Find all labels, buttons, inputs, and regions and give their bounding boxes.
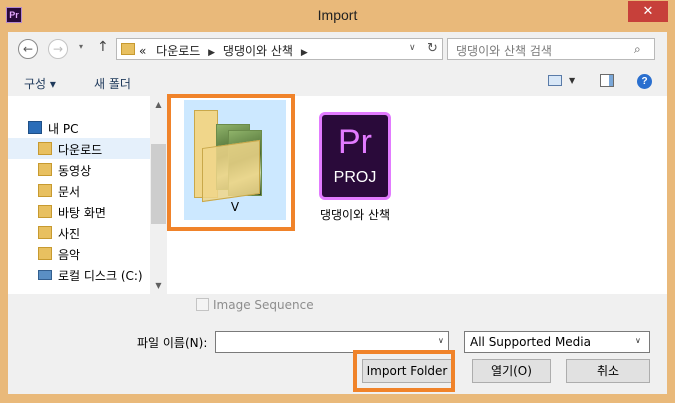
- file-name: V: [230, 200, 240, 214]
- image-sequence-checkbox[interactable]: Image Sequence: [196, 298, 314, 312]
- change-view-icon[interactable]: [548, 75, 562, 86]
- sidebar-item-label: 바탕 화면: [58, 206, 106, 220]
- sidebar-item-music[interactable]: 음악: [8, 243, 150, 264]
- address-bar[interactable]: « 다운로드 ▶ 댕댕이와 산책 ▶ ∨ ↻: [116, 38, 443, 60]
- back-button[interactable]: ←: [18, 39, 38, 59]
- breadcrumb-item-current[interactable]: 댕댕이와 산책: [223, 44, 293, 58]
- recent-locations-dropdown[interactable]: ▾: [79, 42, 83, 51]
- folder-with-photos-icon: [194, 110, 262, 203]
- title-bar[interactable]: Pr Import ✕: [0, 0, 675, 32]
- scroll-down-icon[interactable]: ▼: [150, 277, 167, 294]
- videos-folder-icon: [38, 163, 52, 176]
- file-type-value: All Supported Media: [470, 335, 591, 349]
- computer-icon: [28, 121, 42, 134]
- refresh-icon[interactable]: ↻: [427, 41, 438, 56]
- sidebar-item-pictures[interactable]: 사진: [8, 222, 150, 243]
- import-folder-button[interactable]: Import Folder: [362, 359, 452, 383]
- sidebar-item-downloads[interactable]: 다운로드: [8, 138, 150, 159]
- sidebar-item-label: 내 PC: [48, 122, 79, 136]
- scroll-up-icon[interactable]: ▲: [150, 96, 167, 113]
- scrollbar-thumb[interactable]: [151, 144, 166, 224]
- open-button[interactable]: 열기(O): [472, 359, 551, 383]
- help-icon[interactable]: ?: [637, 74, 652, 89]
- navigation-bar: ← → ▾ ↑ « 다운로드 ▶ 댕댕이와 산책 ▶ ∨ ↻ 댕댕이와 산책 검…: [8, 32, 667, 66]
- file-name[interactable]: 댕댕이와 산책: [305, 206, 405, 223]
- downloads-folder-icon: [38, 142, 52, 155]
- breadcrumb-separator-icon[interactable]: ▶: [301, 48, 308, 58]
- file-list: V Pr PROJ 댕댕이와 산책: [167, 96, 667, 294]
- project-extension-text: PROJ: [333, 169, 377, 186]
- sidebar-item-videos[interactable]: 동영상: [8, 159, 150, 180]
- file-name-label: 파일 이름(N):: [137, 336, 208, 350]
- folder-icon: [121, 43, 135, 55]
- sidebar-item-label: 동영상: [58, 164, 92, 178]
- import-dialog: Pr Import ✕ ← → ▾ ↑ « 다운로드 ▶ 댕댕이와 산책 ▶ ∨…: [0, 0, 675, 403]
- search-input[interactable]: 댕댕이와 산책 검색: [456, 42, 552, 59]
- file-item-folder-v[interactable]: V: [184, 100, 286, 220]
- organize-button[interactable]: 구성 ▾: [24, 75, 56, 92]
- sidebar-item-label: 문서: [58, 185, 81, 199]
- premiere-project-icon[interactable]: Pr PROJ: [319, 112, 391, 200]
- new-folder-button[interactable]: 새 폴더: [94, 75, 131, 92]
- drive-icon: [38, 270, 52, 280]
- sidebar-item-local-disk[interactable]: 로컬 디스크 (C:): [8, 264, 150, 285]
- image-sequence-label: Image Sequence: [213, 298, 314, 312]
- file-type-dropdown-icon[interactable]: ∨: [635, 336, 641, 345]
- checkbox-box[interactable]: [196, 298, 209, 311]
- breadcrumb-overflow[interactable]: «: [139, 44, 146, 58]
- navigation-pane: 내 PC 다운로드 동영상 문서 바탕 화면 사진 음악 로컬 디스크 (C:)…: [8, 96, 167, 294]
- forward-button[interactable]: →: [48, 39, 68, 59]
- preview-pane-icon[interactable]: [600, 74, 614, 87]
- address-history-dropdown[interactable]: ∨: [409, 43, 416, 53]
- dialog-body: ← → ▾ ↑ « 다운로드 ▶ 댕댕이와 산책 ▶ ∨ ↻ 댕댕이와 산책 검…: [8, 32, 667, 394]
- sidebar-item-desktop[interactable]: 바탕 화면: [8, 201, 150, 222]
- command-toolbar: 구성 ▾ 새 폴더 ▼ ?: [8, 66, 667, 96]
- search-icon: ⌕: [634, 42, 641, 56]
- breadcrumb-item-downloads[interactable]: 다운로드: [156, 44, 200, 58]
- breadcrumb-separator-icon[interactable]: ▶: [208, 48, 215, 58]
- file-name-field[interactable]: ∨: [215, 331, 449, 353]
- search-box[interactable]: 댕댕이와 산책 검색 ⌕: [447, 38, 655, 60]
- sidebar-item-label: 사진: [58, 227, 81, 241]
- documents-folder-icon: [38, 184, 52, 197]
- file-type-select[interactable]: All Supported Media ∨: [464, 331, 650, 353]
- music-folder-icon: [38, 247, 52, 260]
- sidebar-item-this-pc[interactable]: 내 PC: [8, 117, 150, 138]
- file-name-dropdown-icon[interactable]: ∨: [438, 336, 444, 345]
- view-options-dropdown[interactable]: ▼: [569, 76, 575, 85]
- sidebar-item-label: 로컬 디스크 (C:): [58, 269, 143, 283]
- up-button[interactable]: ↑: [97, 39, 109, 55]
- pictures-folder-icon: [38, 226, 52, 239]
- sidebar-item-label: 다운로드: [58, 143, 103, 157]
- window-title: Import: [317, 7, 358, 23]
- cancel-button[interactable]: 취소: [566, 359, 650, 383]
- sidebar-item-documents[interactable]: 문서: [8, 180, 150, 201]
- navigation-scrollbar[interactable]: ▲ ▼: [150, 96, 167, 294]
- close-button[interactable]: ✕: [628, 1, 668, 22]
- premiere-logo-text: Pr: [338, 123, 372, 161]
- breadcrumb: « 다운로드 ▶ 댕댕이와 산책 ▶: [139, 42, 312, 59]
- desktop-folder-icon: [38, 205, 52, 218]
- sidebar-item-label: 음악: [58, 248, 81, 262]
